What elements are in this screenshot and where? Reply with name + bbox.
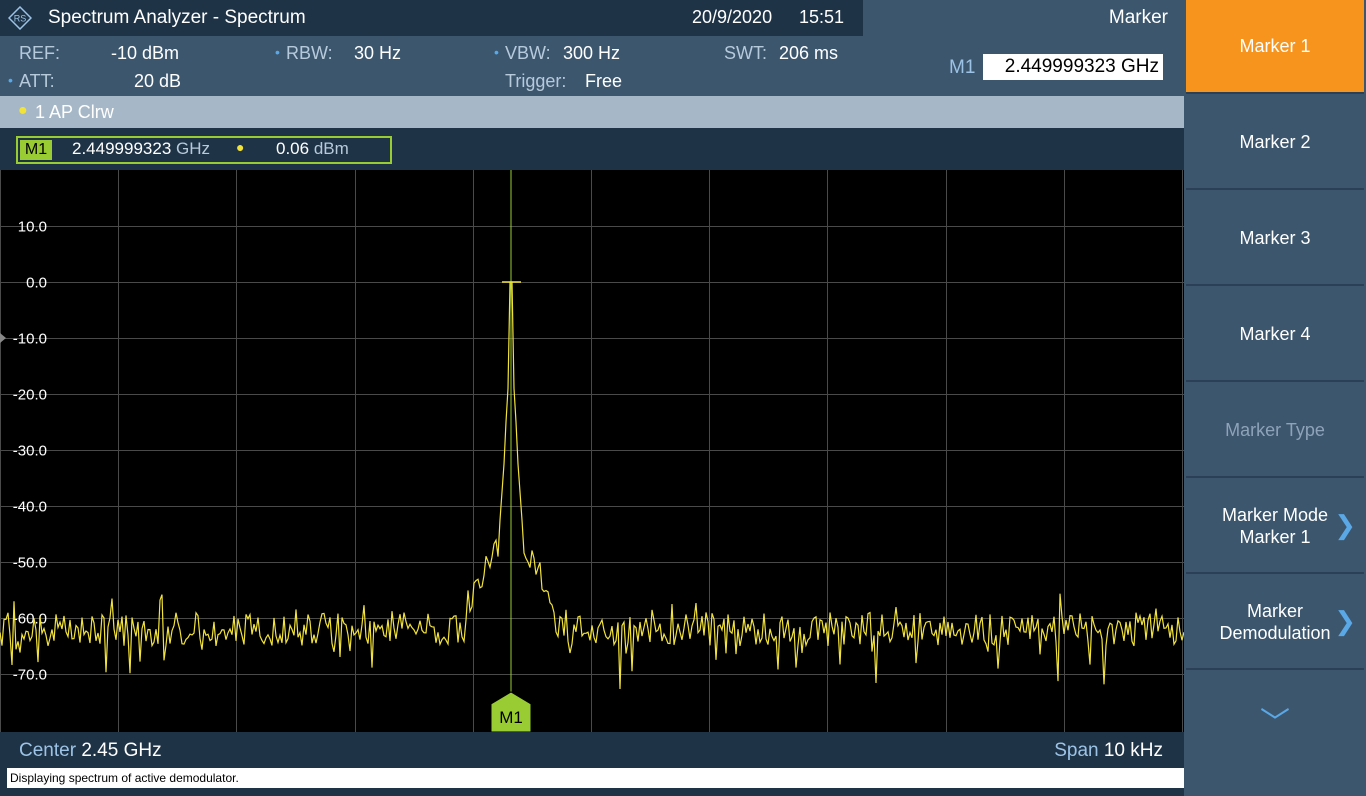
att-label: ATT:: [19, 71, 55, 91]
softkey-label: Marker Mode: [1221, 505, 1329, 525]
softkey-marker-2[interactable]: Marker 2: [1186, 96, 1364, 190]
softkey-label: Marker 2: [1239, 132, 1311, 152]
y-tick-label: -30.0: [13, 443, 47, 460]
swt-label: SWT:: [724, 43, 767, 63]
span-label: Span: [1054, 740, 1099, 761]
ref-label: REF:: [19, 43, 61, 63]
center-label: Center: [19, 740, 77, 761]
softkey-marker-1[interactable]: Marker 1: [1186, 0, 1364, 94]
y-tick-label: -20.0: [13, 387, 47, 404]
trigger-label: Trigger:: [505, 71, 567, 91]
marker-frequency: 2.449999323 GHz: [72, 139, 210, 159]
y-tick-label: 0.0: [26, 275, 47, 292]
rbw-value[interactable]: 30 Hz: [354, 43, 401, 64]
date-display: 20/9/2020: [692, 7, 773, 27]
marker-flag-label: M1: [499, 708, 523, 727]
trace-color-icon: ●: [18, 102, 28, 119]
marker-tag: M1: [20, 140, 52, 160]
marker-readout[interactable]: M1 2.449999323 GHz ● 0.06 dBm: [16, 136, 392, 164]
measurement-params: REF: -10 dBm • ATT: 20 dB • RBW: 30 Hz •…: [0, 36, 863, 96]
softkey-label: Marker Type: [1225, 420, 1325, 440]
trace-bar: ● 1 AP Clrw: [0, 96, 1184, 128]
spectrum-plot[interactable]: 10.0 0.0 -10.0 -20.0 -30.0 -40.0 -50.0 -60.0 -70…: [0, 170, 1184, 732]
marker-level-value: 0.06: [276, 139, 310, 158]
trace-color-icon: ●: [236, 139, 245, 155]
softkey-marker-demodulation[interactable]: Marker Demodulation ❯: [1186, 576, 1364, 670]
chevron-down-icon[interactable]: ﹀: [1186, 672, 1364, 768]
y-tick-label: -60.0: [13, 611, 47, 628]
att-value[interactable]: 20 dB: [134, 71, 181, 92]
trace-label[interactable]: 1 AP Clrw: [35, 102, 114, 123]
marker-frequency-value: 2.449999323: [72, 139, 172, 158]
marker-readout-bar: M1 2.449999323 GHz ● 0.06 dBm: [0, 128, 1184, 170]
center-frequency[interactable]: Center 2.45 GHz: [19, 740, 162, 762]
vbw-coupled-icon: •: [494, 44, 499, 60]
swt-value[interactable]: 206 ms: [779, 43, 838, 64]
vbw-label: VBW:: [505, 43, 551, 63]
center-value: 2.45 GHz: [81, 740, 162, 761]
marker-level-unit: dBm: [313, 139, 349, 158]
chevron-right-icon: ❯: [1334, 606, 1356, 636]
y-tick-label: 10.0: [18, 219, 47, 236]
ref-value[interactable]: -10 dBm: [111, 43, 179, 64]
att-coupled-icon: •: [8, 72, 13, 88]
marker-panel-title: Marker: [1108, 7, 1168, 28]
marker-panel: Marker M1: [863, 0, 1184, 96]
rbw-coupled-icon: •: [275, 44, 280, 60]
status-message: Displaying spectrum of active demodulato…: [7, 768, 1193, 788]
chevron-right-icon: ❯: [1334, 510, 1356, 540]
softkey-sublabel: Marker 1: [1239, 527, 1311, 547]
softkey-sublabel: Demodulation: [1219, 623, 1331, 643]
rs-logo-icon: RS: [8, 6, 32, 30]
app-title: Spectrum Analyzer - Spectrum: [48, 7, 306, 28]
softkey-label: Marker 1: [1239, 36, 1311, 56]
span-value: 10 kHz: [1103, 740, 1163, 761]
y-tick-label: -10.0: [13, 331, 47, 348]
softkey-label: Marker 3: [1239, 228, 1311, 248]
svg-text:RS: RS: [14, 14, 27, 24]
title-bar: RS Spectrum Analyzer - Spectrum 20/9/202…: [0, 0, 863, 36]
softkey-marker-3[interactable]: Marker 3: [1186, 192, 1364, 286]
status-bar: Displaying spectrum of active demodulato…: [0, 768, 1200, 796]
softkey-marker-type[interactable]: Marker Type: [1186, 384, 1364, 478]
y-tick-label: -40.0: [13, 499, 47, 516]
vbw-value[interactable]: 300 Hz: [563, 43, 620, 64]
rbw-label: RBW:: [286, 43, 333, 63]
softkey-panel: Marker 1 Marker 2 Marker 3 Marker 4 Mark…: [1184, 0, 1366, 796]
m1-frequency-input[interactable]: [983, 54, 1163, 80]
span-frequency[interactable]: Span 10 kHz: [1054, 740, 1163, 762]
softkey-label: Marker: [1246, 601, 1303, 621]
y-tick-label: -70.0: [13, 667, 47, 684]
trigger-value[interactable]: Free: [585, 71, 622, 92]
marker-frequency-unit: GHz: [176, 139, 211, 158]
softkey-marker-mode[interactable]: Marker Mode Marker 1 ❯: [1186, 480, 1364, 574]
marker-level: 0.06 dBm: [276, 139, 349, 159]
softkey-label: Marker 4: [1239, 324, 1311, 344]
y-tick-label: -50.0: [13, 555, 47, 572]
time-display: 15:51: [799, 7, 845, 27]
sweep-footer: Center 2.45 GHz Span 10 kHz: [0, 732, 1184, 768]
softkey-marker-4[interactable]: Marker 4: [1186, 288, 1364, 382]
m1-input-label: M1: [949, 57, 976, 78]
